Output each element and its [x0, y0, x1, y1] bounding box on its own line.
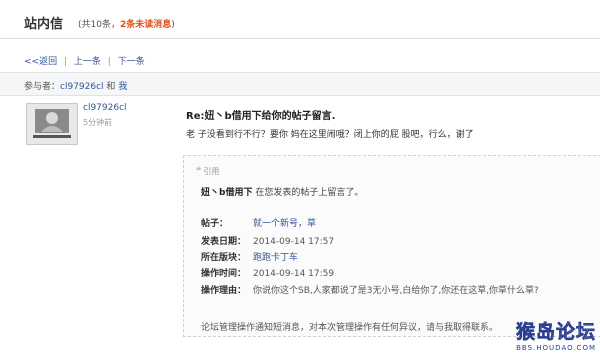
field-date: 发表日期： 2014-09-14 17:57	[201, 234, 334, 247]
participant-user-link[interactable]: cl97926cl	[60, 82, 104, 92]
count-prefix: (共10条，	[78, 20, 120, 30]
watermark-logo: 猴岛论坛	[515, 321, 596, 344]
board-link[interactable]: 跑跑卡丁车	[253, 253, 298, 263]
field-label: 操作时间：	[201, 269, 247, 279]
top-bar: 站内信 (共10条，2条未读消息)	[0, 0, 600, 39]
count-suffix: )	[171, 20, 175, 30]
participants: 参与者：cl97926cl 和 我	[24, 79, 127, 92]
field-label: 操作理由：	[201, 286, 247, 296]
sender-link[interactable]: cl97926cl	[83, 103, 127, 113]
avatar[interactable]	[26, 103, 78, 145]
field-optime: 操作时间： 2014-09-14 17:59	[201, 266, 334, 279]
message-title: Re:妞丶b借用下给你的帖子留言.	[186, 111, 336, 122]
page-title: 站内信	[24, 17, 64, 32]
participants-and: 和	[106, 82, 116, 92]
site-watermark: 猴岛论坛 BBS.HOUDAO.COM	[476, 321, 596, 357]
field-value: 2014-09-14 17:59	[253, 269, 335, 279]
message-nav: <<返回 | 上一条 | 下一条	[24, 54, 145, 67]
participants-bar: 参与者：cl97926cl 和 我	[0, 72, 600, 96]
quote-heading: 妞丶b借用下 在您发表的帖子上留言了。	[201, 185, 363, 198]
quote-user: 妞丶b借用下	[201, 188, 253, 198]
quote-heading-text: 在您发表的帖子上留言了。	[252, 188, 364, 198]
quote-label: ❝ 引用	[196, 166, 219, 177]
field-reason: 操作理由： 你说你这个SB,人家都说了是3无小号,白给你了,你还在这草,你草什么草…	[201, 283, 539, 296]
field-board: 所在版块： 跑跑卡丁车	[201, 250, 298, 263]
field-value: 你说你这个SB,人家都说了是3无小号,白给你了,你还在这草,你草什么草?	[253, 286, 539, 296]
quote-label-text: 引用	[203, 167, 220, 176]
nav-separator: |	[107, 57, 111, 67]
prev-link[interactable]: 上一条	[74, 57, 101, 67]
field-post: 帖子： 就一个新号，草	[201, 216, 316, 229]
participants-label: 参与者：	[24, 82, 61, 92]
quote-icon: ❝	[196, 166, 202, 177]
avatar-image	[27, 104, 77, 144]
message-count: (共10条，2条未读消息)	[78, 17, 175, 30]
field-label: 发表日期：	[201, 237, 247, 247]
field-value: 2014-09-14 17:57	[253, 237, 335, 247]
nav-separator: |	[63, 57, 68, 67]
message-body: 老 子没看到行不行？要你 妈在这里闹哦？闭上你的屁 股吧，行么，谢了	[186, 130, 474, 140]
field-label: 帖子：	[201, 219, 229, 229]
message-time: 5分钟前	[83, 118, 113, 127]
field-label: 所在版块：	[201, 253, 247, 263]
back-link[interactable]: <<返回	[24, 57, 57, 67]
watermark-url: BBS.HOUDAO.COM	[516, 344, 596, 352]
next-link[interactable]: 下一条	[118, 57, 145, 67]
admin-footnote: 论坛管理操作通知短消息，对本次管理操作有任何异议，请与我取得联系。	[201, 323, 499, 333]
participant-me-link[interactable]: 我	[118, 82, 127, 92]
unread-count[interactable]: 2条未读消息	[120, 20, 171, 30]
post-link[interactable]: 就一个新号，草	[253, 219, 316, 229]
